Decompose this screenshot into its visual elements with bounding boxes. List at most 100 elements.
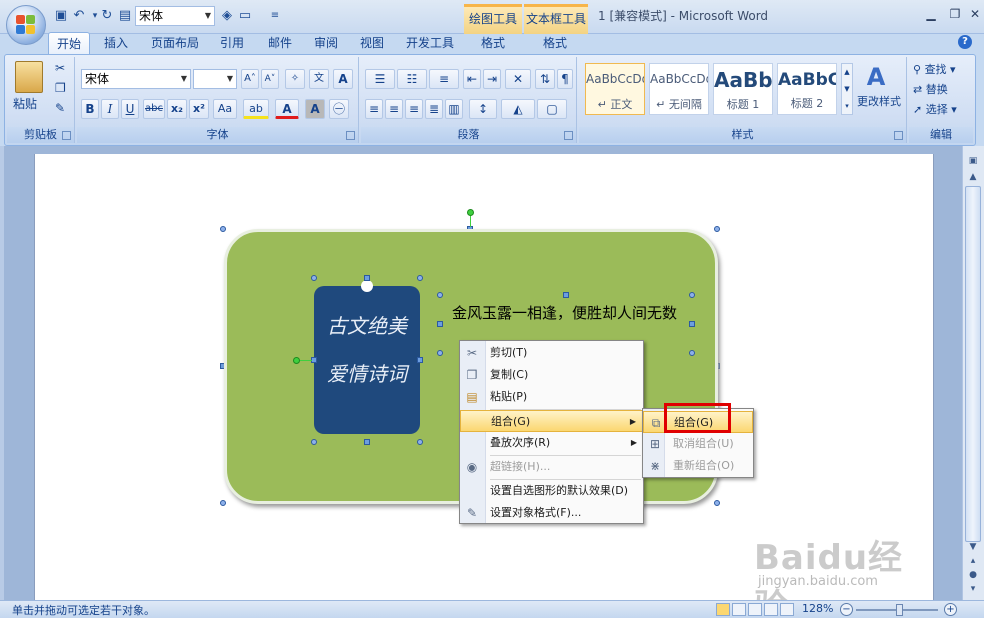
qat-font-selector[interactable]: 宋体 ▼ xyxy=(135,6,215,26)
clear-format-icon[interactable]: ✧ xyxy=(285,69,305,89)
scroll-up-icon[interactable]: ▲ xyxy=(965,170,981,184)
bold-button[interactable]: B xyxy=(81,99,99,119)
style-no-spacing[interactable]: AaBbCcDd ↵ 无间隔 xyxy=(649,63,709,115)
underline-button[interactable]: U xyxy=(121,99,139,119)
paste-icon[interactable] xyxy=(15,61,43,93)
italic-button[interactable]: I xyxy=(101,99,119,119)
close-icon[interactable]: ✕ xyxy=(962,5,984,23)
enclose-char-icon[interactable]: ㊀ xyxy=(329,99,349,119)
font-name-field[interactable]: 宋体 ▼ xyxy=(81,69,191,89)
strikethrough-button[interactable]: abc xyxy=(143,99,165,119)
show-marks-icon[interactable]: ¶ xyxy=(557,69,573,89)
scroll-down-icon[interactable]: ▼ xyxy=(965,540,981,554)
customize-qat-icon[interactable]: ≡ xyxy=(266,7,284,25)
superscript-button[interactable]: x² xyxy=(189,99,209,119)
open-folder-icon[interactable]: ▭ xyxy=(236,7,254,25)
tab-developer[interactable]: 开发工具 xyxy=(400,32,460,54)
selection-handle[interactable] xyxy=(417,439,423,445)
menu-item-cut[interactable]: ✂ 剪切(T) xyxy=(460,342,643,364)
zoom-out-icon[interactable]: − xyxy=(840,603,853,616)
subscript-button[interactable]: x₂ xyxy=(167,99,187,119)
grow-font-icon[interactable]: A˄ xyxy=(241,69,259,89)
select-button[interactable]: ➚ 选择 ▾ xyxy=(913,101,957,117)
font-color-button[interactable]: A xyxy=(275,99,299,119)
tab-view[interactable]: 视图 xyxy=(352,32,392,54)
align-center-icon[interactable]: ≡ xyxy=(385,99,403,119)
rotate-handle[interactable] xyxy=(293,357,300,364)
selection-handle[interactable] xyxy=(220,500,226,506)
multilevel-list-icon[interactable]: ≡ xyxy=(429,69,459,89)
selection-handle[interactable] xyxy=(714,226,720,232)
chinese-layout-icon[interactable]: ✕ xyxy=(505,69,531,89)
phonetic-guide-icon[interactable]: 文 xyxy=(309,69,329,89)
borders-icon[interactable]: ▢ xyxy=(537,99,567,119)
next-page-icon[interactable]: ▾ xyxy=(965,582,981,596)
zoom-slider-thumb[interactable] xyxy=(896,604,903,616)
print-preview-icon[interactable]: ▤ xyxy=(116,7,134,25)
shrink-font-icon[interactable]: A˅ xyxy=(261,69,279,89)
outline-view-icon[interactable] xyxy=(764,603,778,616)
rotate-handle[interactable] xyxy=(467,209,474,216)
bullets-icon[interactable]: ☰ xyxy=(365,69,395,89)
align-right-icon[interactable]: ≡ xyxy=(405,99,423,119)
dialog-launcher-icon[interactable] xyxy=(564,131,573,140)
cut-icon[interactable]: ✂ xyxy=(55,61,65,75)
style-normal[interactable]: AaBbCcDd ↵ 正文 xyxy=(585,63,645,115)
browse-object-icon[interactable]: ● xyxy=(965,568,981,582)
blue-label-shape[interactable]: 古文绝美 爱情诗词 xyxy=(314,280,420,434)
numbering-icon[interactable]: ☷ xyxy=(397,69,427,89)
draft-view-icon[interactable] xyxy=(780,603,794,616)
tab-references[interactable]: 引用 xyxy=(212,32,252,54)
tab-insert[interactable]: 插入 xyxy=(96,32,136,54)
dialog-launcher-icon[interactable] xyxy=(894,131,903,140)
tab-home[interactable]: 开始 xyxy=(48,32,90,54)
selection-handle[interactable] xyxy=(689,292,695,298)
dialog-launcher-icon[interactable] xyxy=(346,131,355,140)
align-left-icon[interactable]: ≡ xyxy=(365,99,383,119)
minimize-icon[interactable]: ▁ xyxy=(918,5,944,23)
selection-handle[interactable] xyxy=(437,350,443,356)
selection-handle[interactable] xyxy=(364,275,370,281)
tab-drawing-format[interactable]: 格式 xyxy=(468,32,518,54)
selection-handle[interactable] xyxy=(437,321,443,327)
submenu-item-regroup[interactable]: ⋇ 重新组合(O) xyxy=(643,455,753,477)
selection-handle[interactable] xyxy=(417,357,423,363)
previous-page-icon[interactable]: ▴ xyxy=(965,554,981,568)
office-button[interactable] xyxy=(6,5,46,45)
char-shading-button[interactable]: A xyxy=(305,99,325,119)
zoom-in-icon[interactable]: + xyxy=(944,603,957,616)
dialog-launcher-icon[interactable] xyxy=(62,131,71,140)
selection-handle[interactable] xyxy=(417,275,423,281)
sort-icon[interactable]: ⇅ xyxy=(535,69,555,89)
format-painter-icon[interactable]: ✎ xyxy=(55,101,65,115)
copy-icon[interactable]: ❐ xyxy=(55,81,66,95)
char-border-icon[interactable]: A xyxy=(333,69,353,89)
menu-item-hyperlink[interactable]: ◉ 超链接(H)... xyxy=(460,456,643,478)
selection-handle[interactable] xyxy=(220,226,226,232)
tab-page-layout[interactable]: 页面布局 xyxy=(146,32,204,54)
paste-button-label[interactable]: 粘贴 xyxy=(13,95,37,112)
scroll-thumb[interactable] xyxy=(965,186,981,542)
decrease-indent-icon[interactable]: ⇤ xyxy=(463,69,481,89)
style-heading-1[interactable]: AaBb 标题 1 xyxy=(713,63,773,115)
selection-handle[interactable] xyxy=(689,321,695,327)
menu-item-paste[interactable]: ▤ 粘贴(P) xyxy=(460,386,643,408)
selection-handle[interactable] xyxy=(714,500,720,506)
save-icon[interactable]: ▣ xyxy=(52,7,70,25)
change-styles-icon[interactable]: A xyxy=(863,63,889,91)
menu-item-copy[interactable]: ❐ 复制(C) xyxy=(460,364,643,386)
tab-mailings[interactable]: 邮件 xyxy=(260,32,300,54)
web-layout-icon[interactable] xyxy=(748,603,762,616)
vertical-scrollbar[interactable]: ▣ ▲ ▼ ▴ ● ▾ xyxy=(962,146,984,600)
ruler-toggle-icon[interactable]: ▣ xyxy=(965,154,981,168)
selection-handle[interactable] xyxy=(689,350,695,356)
zoom-level[interactable]: 128% xyxy=(802,602,833,615)
style-heading-2[interactable]: AaBbC 标题 2 xyxy=(777,63,837,115)
selection-handle[interactable] xyxy=(364,439,370,445)
full-screen-reading-icon[interactable] xyxy=(732,603,746,616)
change-case-button[interactable]: Aa xyxy=(213,99,237,119)
justify-icon[interactable]: ≣ xyxy=(425,99,443,119)
tab-review[interactable]: 审阅 xyxy=(306,32,346,54)
submenu-item-ungroup[interactable]: ⊞ 取消组合(U) xyxy=(643,433,753,455)
selection-handle[interactable] xyxy=(311,275,317,281)
